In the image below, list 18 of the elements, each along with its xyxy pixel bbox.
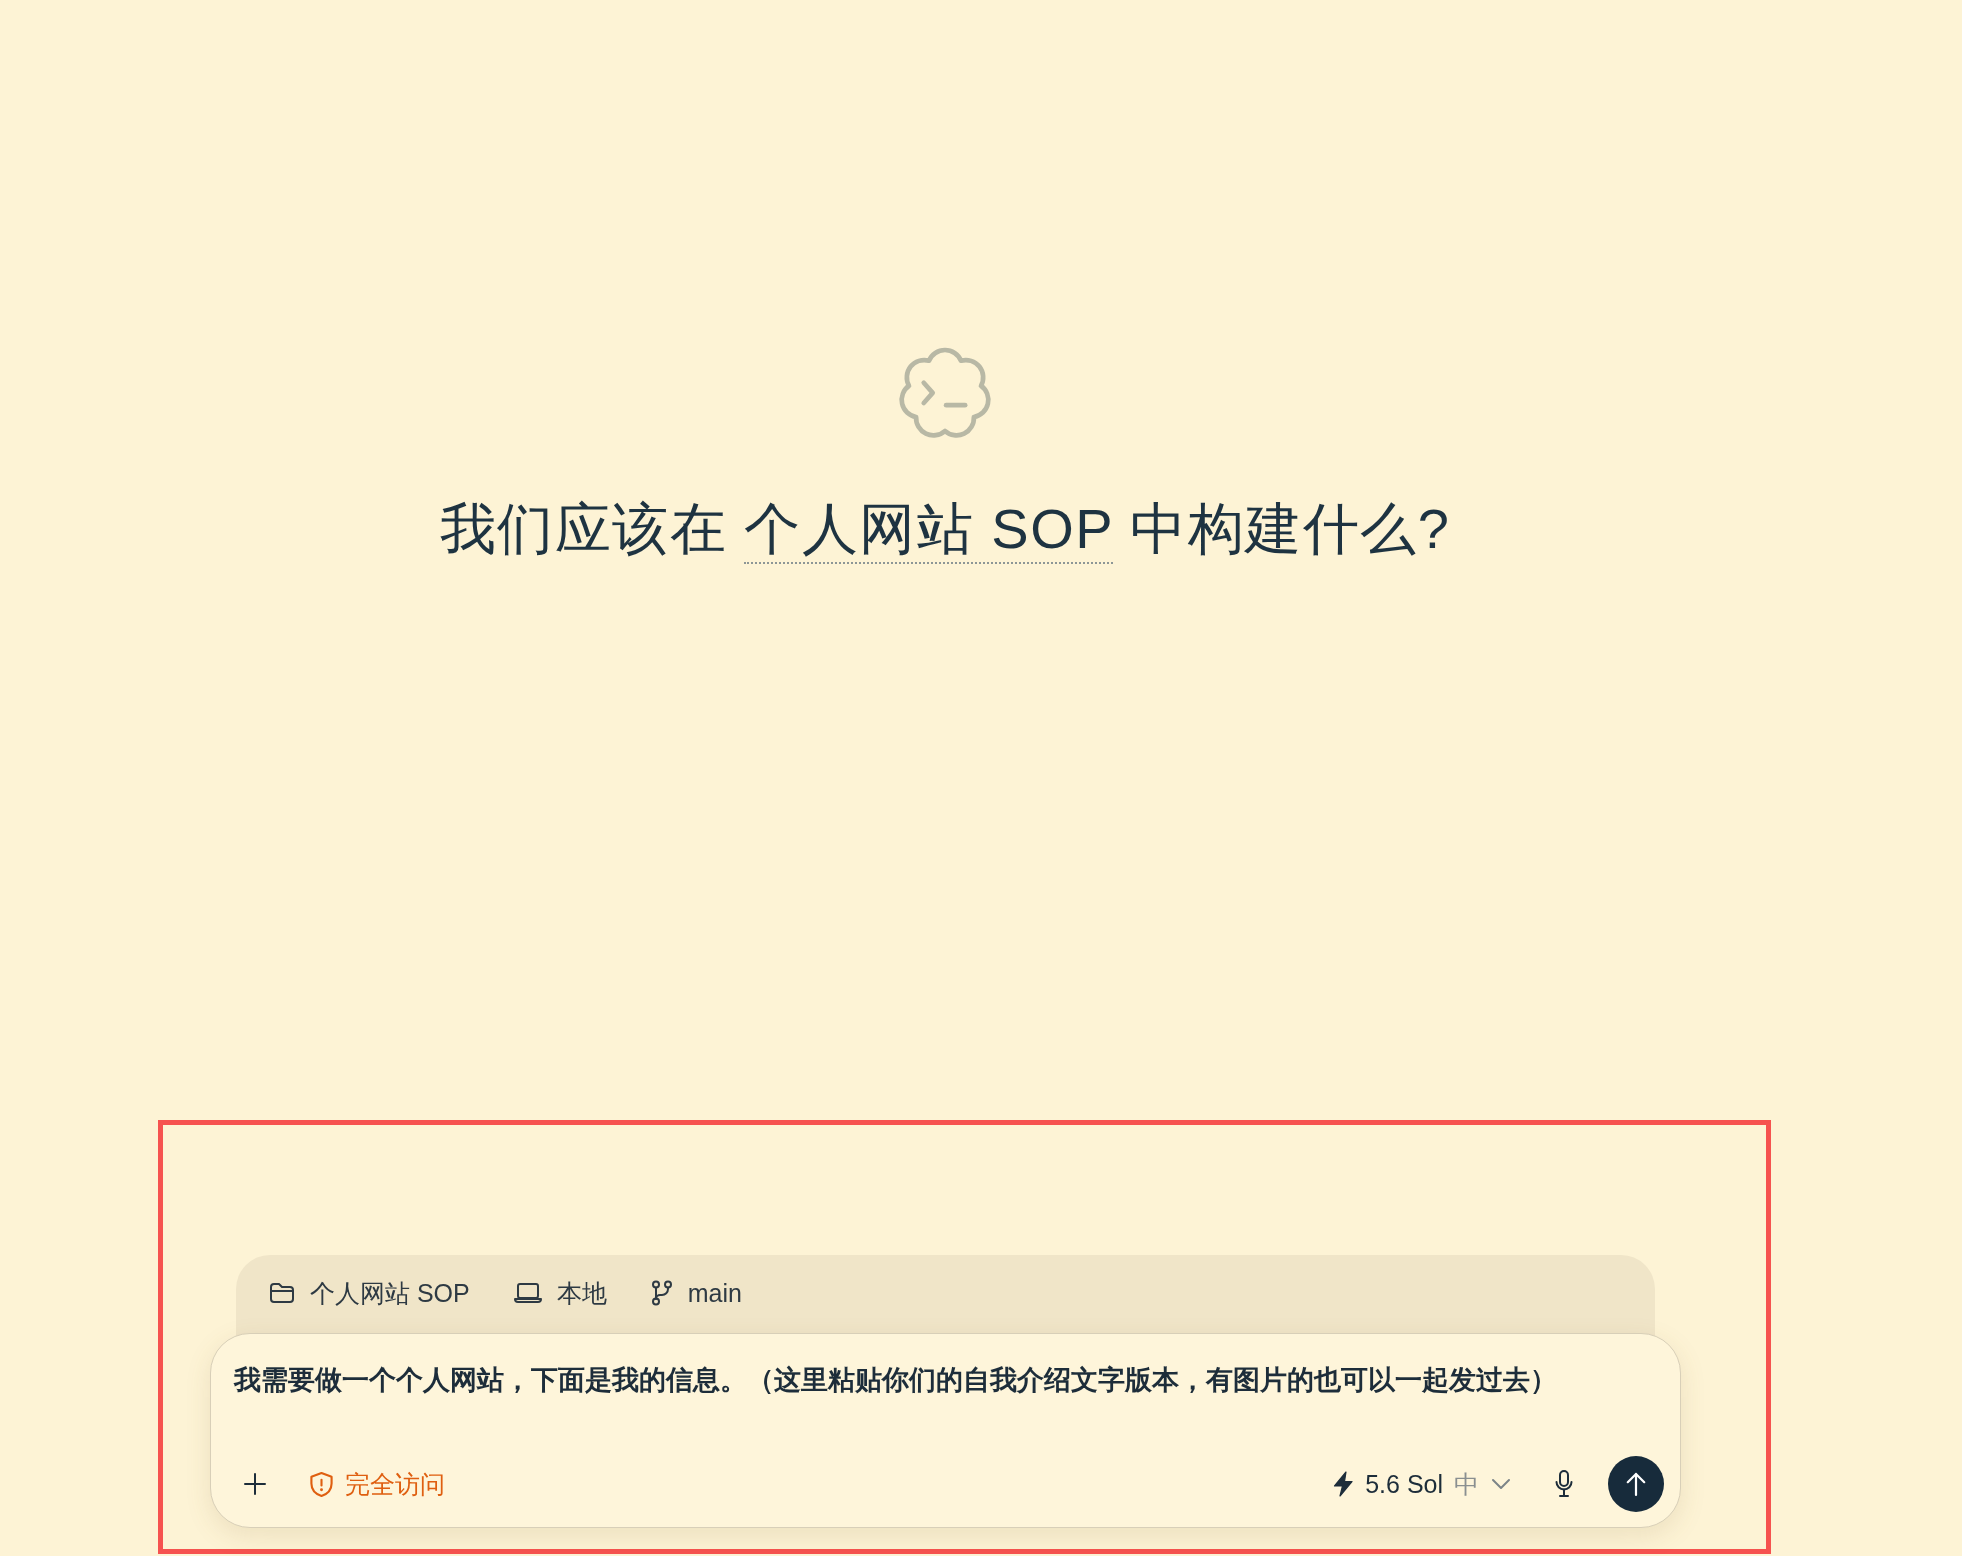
folder-icon (269, 1282, 295, 1304)
plus-icon (243, 1472, 267, 1496)
arrow-up-icon (1625, 1471, 1647, 1497)
model-selector[interactable]: 5.6 Sol 中 (1332, 1467, 1511, 1501)
message-input[interactable]: 我需要做一个个人网站，下面是我的信息。（这里粘贴你们的自我介绍文字版本，有图片的也可以一起发过去） (234, 1361, 1664, 1399)
project-selector[interactable]: 个人网站 SOP (269, 1277, 470, 1309)
chevron-down-icon (1491, 1478, 1511, 1490)
shield-alert-icon (309, 1470, 334, 1498)
branch-icon (650, 1280, 673, 1306)
branch-selector[interactable]: main (650, 1277, 742, 1309)
laptop-icon (513, 1283, 542, 1303)
heading: 我们应该在 个人网站 SOP 中构建什么? (439, 493, 1451, 565)
cloud-terminal-icon (898, 347, 992, 441)
send-button[interactable] (1608, 1456, 1664, 1512)
environment-selector[interactable]: 本地 (513, 1277, 607, 1309)
microphone-icon (1555, 1470, 1573, 1498)
project-link[interactable]: 个人网站 SOP (744, 497, 1114, 564)
lightning-icon (1332, 1471, 1355, 1497)
